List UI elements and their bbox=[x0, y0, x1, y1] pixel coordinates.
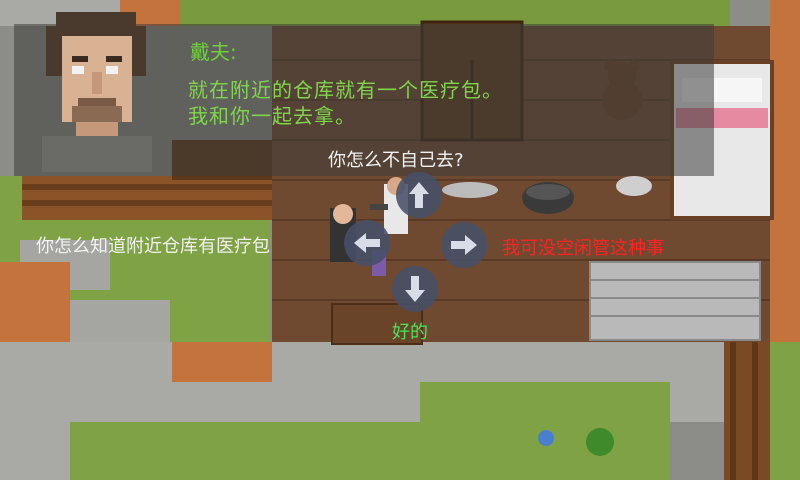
arrow-left-icon bbox=[354, 233, 380, 253]
arrow-down-button[interactable] bbox=[392, 266, 438, 312]
arrow-down-icon bbox=[405, 276, 425, 302]
choice-up-text[interactable]: 你怎么不自己去? bbox=[328, 146, 464, 172]
speaker-name: 戴夫: bbox=[190, 40, 237, 64]
arrow-up-button[interactable] bbox=[396, 172, 442, 218]
speaker-portrait bbox=[42, 12, 152, 172]
dialog-line-2: 我和你一起去拿。 bbox=[188, 104, 356, 128]
choice-left-text[interactable]: 你怎么知道附近仓库有医疗包 bbox=[36, 232, 270, 258]
arrow-left-button[interactable] bbox=[344, 220, 390, 266]
arrow-right-button[interactable] bbox=[441, 222, 487, 268]
arrow-up-icon bbox=[409, 182, 429, 208]
choice-down-text[interactable]: 好的 bbox=[392, 318, 428, 344]
dialog-line-1: 就在附近的仓库就有一个医疗包。 bbox=[188, 78, 503, 102]
arrow-right-icon bbox=[451, 235, 477, 255]
choice-right-text[interactable]: 我可没空闲管这种事 bbox=[502, 234, 664, 260]
